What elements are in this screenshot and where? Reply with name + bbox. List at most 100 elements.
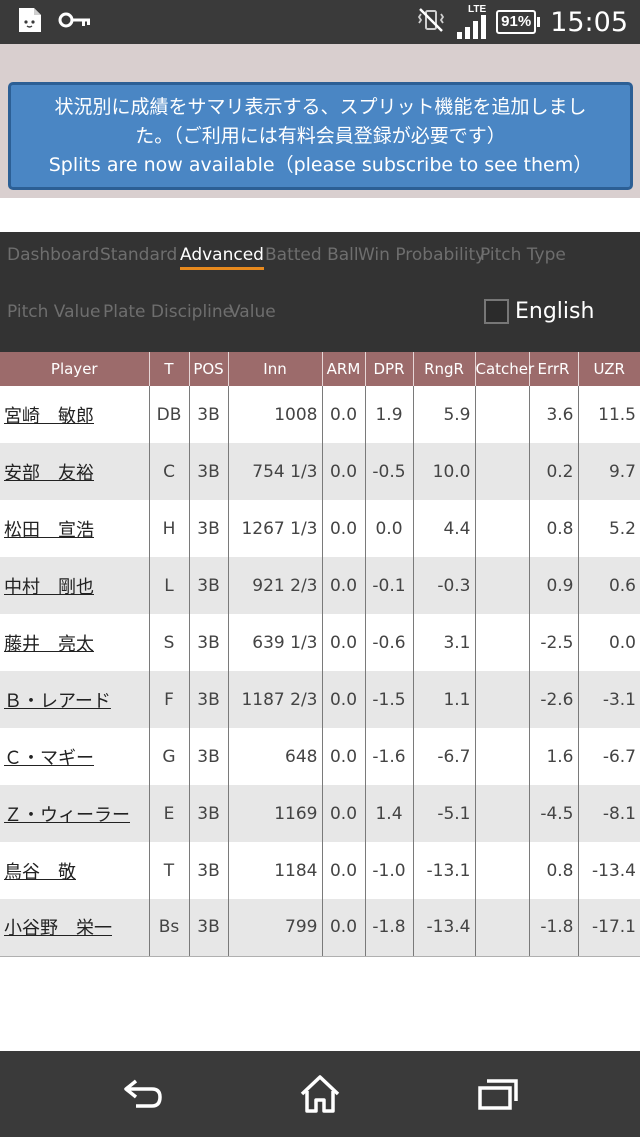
col-errr[interactable]: ErrR bbox=[529, 352, 579, 386]
col-catcher[interactable]: Catcher bbox=[475, 352, 534, 386]
col-uzr[interactable]: UZR bbox=[578, 352, 640, 386]
cell-errr: 0.8 bbox=[529, 842, 579, 899]
cell-arm: 0.0 bbox=[322, 614, 366, 671]
col-inn[interactable]: Inn bbox=[228, 352, 323, 386]
player-link[interactable]: 中村 剛也 bbox=[4, 577, 94, 598]
recent-apps-icon[interactable] bbox=[475, 1073, 521, 1115]
table-row: 藤井 亮太 S 3B 639 1/3 0.0 -0.6 3.1 -2.5 0.0 bbox=[0, 614, 640, 671]
tab-plate-discipline[interactable]: Plate Discipline bbox=[103, 302, 233, 322]
battery-level: 91% bbox=[496, 10, 537, 34]
cell-t: S bbox=[149, 614, 190, 671]
cell-dpr: -0.1 bbox=[365, 557, 414, 614]
home-icon[interactable] bbox=[297, 1073, 343, 1115]
player-cell[interactable]: 小谷野 栄一 bbox=[0, 899, 150, 957]
cell-dpr: 0.0 bbox=[365, 500, 414, 557]
player-link[interactable]: Ｚ・ウィーラー bbox=[4, 805, 130, 826]
cell-dpr: 1.4 bbox=[365, 785, 414, 842]
cell-uzr: -3.1 bbox=[578, 671, 640, 728]
tab-value[interactable]: Value bbox=[229, 302, 276, 322]
cell-rngr: 10.0 bbox=[413, 443, 476, 500]
english-checkbox[interactable] bbox=[484, 299, 509, 324]
player-cell[interactable]: Ｃ・マギー bbox=[0, 728, 150, 785]
signal-icon: LTE bbox=[456, 5, 487, 39]
player-cell[interactable]: 藤井 亮太 bbox=[0, 614, 150, 671]
cell-pos: 3B bbox=[189, 899, 229, 957]
table-row: Ｂ・レアード F 3B 1187 2/3 0.0 -1.5 1.1 -2.6 -3.1 bbox=[0, 671, 640, 728]
cell-arm: 0.0 bbox=[322, 785, 366, 842]
col-rngr[interactable]: RngR bbox=[413, 352, 476, 386]
tab-pitch-type[interactable]: Pitch Type bbox=[480, 245, 566, 265]
col-player[interactable]: Player bbox=[0, 352, 150, 386]
cell-dpr: -1.0 bbox=[365, 842, 414, 899]
tab-advanced[interactable]: Advanced bbox=[180, 245, 264, 270]
player-cell[interactable]: 安部 友裕 bbox=[0, 443, 150, 500]
cell-errr: -4.5 bbox=[529, 785, 579, 842]
cell-t: H bbox=[149, 500, 190, 557]
cell-catcher bbox=[475, 443, 530, 500]
cell-uzr: 5.2 bbox=[578, 500, 640, 557]
cell-pos: 3B bbox=[189, 500, 229, 557]
cell-uzr: -8.1 bbox=[578, 785, 640, 842]
table-row: Ｚ・ウィーラー E 3B 1169 0.0 1.4 -5.1 -4.5 -8.1 bbox=[0, 785, 640, 842]
navigation-bar bbox=[0, 1051, 640, 1137]
english-toggle[interactable]: English bbox=[484, 299, 594, 324]
notice-line-2: た。（ご利用には有料会員登録が必要です） bbox=[135, 125, 506, 147]
player-link[interactable]: 小谷野 栄一 bbox=[4, 918, 112, 939]
col-t[interactable]: T bbox=[149, 352, 190, 386]
table-row: 鳥谷 敬 T 3B 1184 0.0 -1.0 -13.1 0.8 -13.4 bbox=[0, 842, 640, 899]
cell-errr: 3.6 bbox=[529, 386, 579, 443]
player-cell[interactable]: Ｂ・レアード bbox=[0, 671, 150, 728]
cat-face-icon bbox=[16, 6, 44, 39]
splits-notice-banner[interactable]: 状況別に成績をサマリ表示する、スプリット機能を追加しまし た。（ご利用には有料会… bbox=[8, 82, 633, 190]
table-row: 松田 宣浩 H 3B 1267 1/3 0.0 0.0 4.4 0.8 5.2 bbox=[0, 500, 640, 557]
player-link[interactable]: 松田 宣浩 bbox=[4, 520, 94, 541]
col-dpr[interactable]: DPR bbox=[365, 352, 414, 386]
cell-dpr: -0.6 bbox=[365, 614, 414, 671]
player-link[interactable]: Ｃ・マギー bbox=[4, 748, 94, 769]
tab-batted-ball[interactable]: Batted Ball bbox=[265, 245, 359, 265]
cell-catcher bbox=[475, 728, 530, 785]
table-row: 中村 剛也 L 3B 921 2/3 0.0 -0.1 -0.3 0.9 0.6 bbox=[0, 557, 640, 614]
status-left bbox=[16, 6, 92, 39]
cell-rngr: 1.1 bbox=[413, 671, 476, 728]
cell-inn: 1267 1/3 bbox=[228, 500, 323, 557]
col-arm[interactable]: ARM bbox=[322, 352, 366, 386]
player-link[interactable]: 藤井 亮太 bbox=[4, 634, 94, 655]
cell-arm: 0.0 bbox=[322, 443, 366, 500]
player-cell[interactable]: Ｚ・ウィーラー bbox=[0, 785, 150, 842]
cell-rngr: -13.4 bbox=[413, 899, 476, 957]
cell-uzr: -6.7 bbox=[578, 728, 640, 785]
tab-win-probability[interactable]: Win Probability bbox=[358, 245, 485, 265]
cell-errr: -2.6 bbox=[529, 671, 579, 728]
cell-catcher bbox=[475, 899, 530, 957]
cell-catcher bbox=[475, 386, 530, 443]
cell-errr: -2.5 bbox=[529, 614, 579, 671]
cell-inn: 639 1/3 bbox=[228, 614, 323, 671]
player-link[interactable]: 鳥谷 敬 bbox=[4, 862, 76, 883]
battery-icon: 91% bbox=[496, 10, 541, 34]
tab-dashboard[interactable]: Dashboard bbox=[7, 245, 99, 265]
cell-inn: 921 2/3 bbox=[228, 557, 323, 614]
cell-arm: 0.0 bbox=[322, 899, 366, 957]
player-cell[interactable]: 松田 宣浩 bbox=[0, 500, 150, 557]
tab-pitch-value[interactable]: Pitch Value bbox=[7, 302, 100, 322]
player-cell[interactable]: 中村 剛也 bbox=[0, 557, 150, 614]
cell-pos: 3B bbox=[189, 728, 229, 785]
cell-errr: 0.2 bbox=[529, 443, 579, 500]
cell-t: C bbox=[149, 443, 190, 500]
cell-catcher bbox=[475, 842, 530, 899]
notice-line-3: Splits are now available（please subscrib… bbox=[48, 154, 593, 176]
player-cell[interactable]: 鳥谷 敬 bbox=[0, 842, 150, 899]
tab-standard[interactable]: Standard bbox=[100, 245, 177, 265]
player-link[interactable]: 安部 友裕 bbox=[4, 463, 94, 484]
cell-t: G bbox=[149, 728, 190, 785]
player-link[interactable]: 宮崎 敏郎 bbox=[4, 406, 94, 427]
player-cell[interactable]: 宮崎 敏郎 bbox=[0, 386, 150, 443]
cell-rngr: -13.1 bbox=[413, 842, 476, 899]
cell-catcher bbox=[475, 500, 530, 557]
col-pos[interactable]: POS bbox=[189, 352, 229, 386]
player-link[interactable]: Ｂ・レアード bbox=[4, 691, 111, 712]
cell-dpr: -0.5 bbox=[365, 443, 414, 500]
back-arrow-icon[interactable] bbox=[119, 1073, 165, 1115]
cell-catcher bbox=[475, 785, 530, 842]
